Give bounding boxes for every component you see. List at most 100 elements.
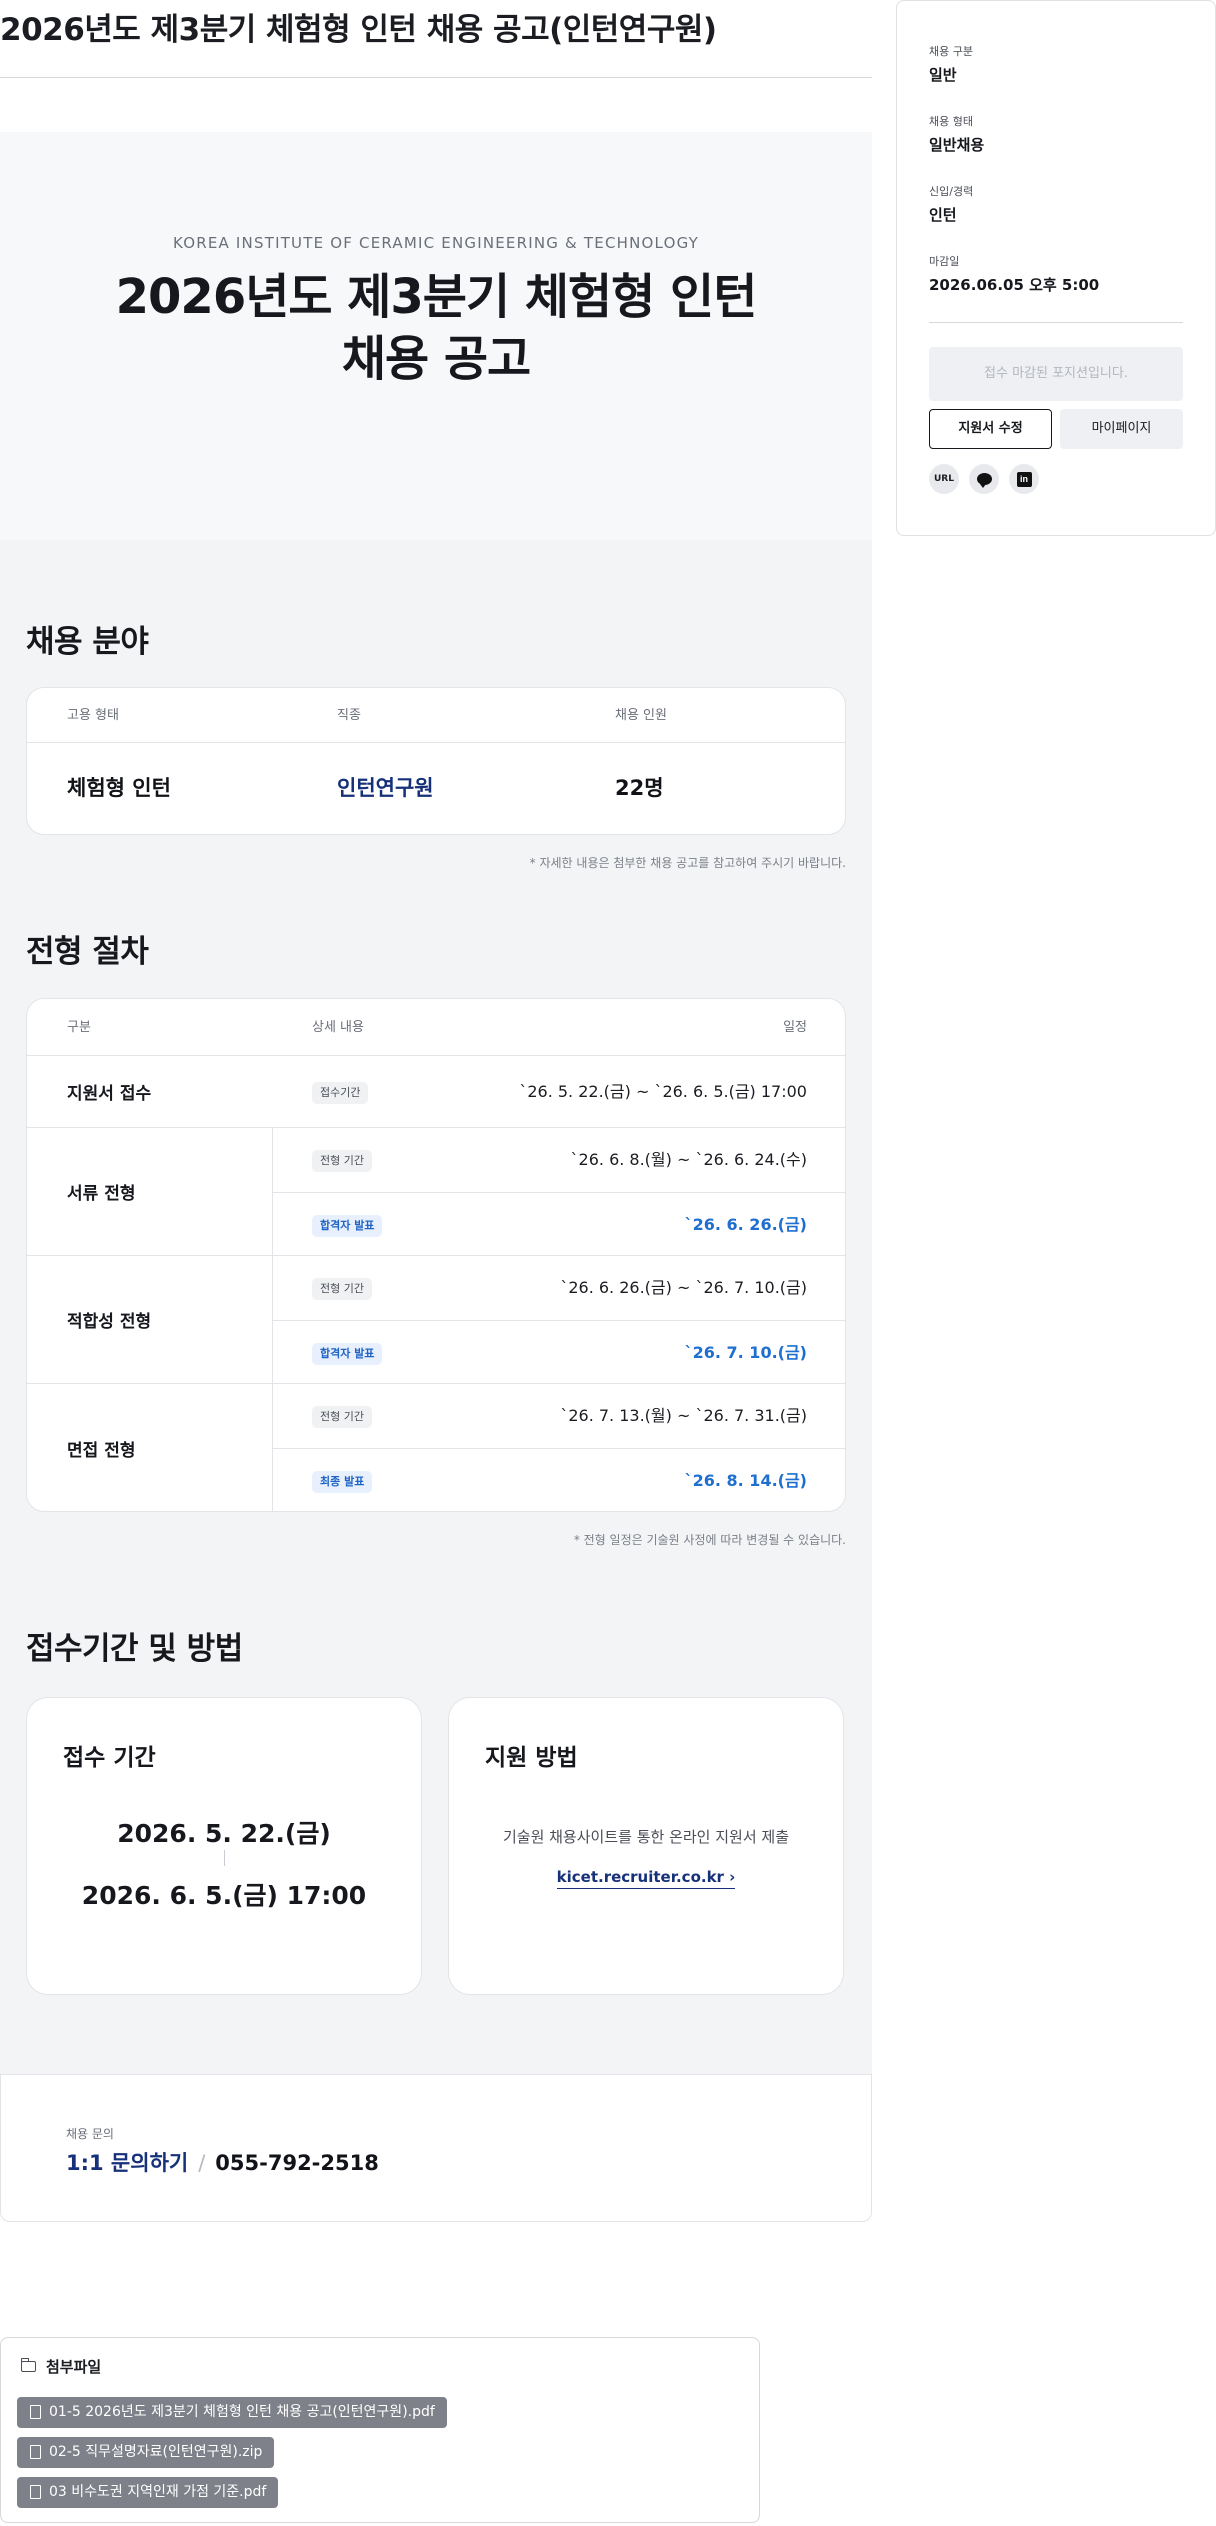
file-icon (30, 2485, 41, 2499)
mypage-button[interactable]: 마이페이지 (1060, 409, 1183, 449)
process-label: 서류 전형 (67, 1184, 136, 1204)
process-row-application: 지원서 접수 접수기간 `26. 5. 22.(금) ~ `26. 6. 5.(… (27, 1056, 845, 1128)
folder-icon (20, 2358, 36, 2372)
attachment-file[interactable]: 03 비수도권 지역인재 가점 기준.pdf (17, 2477, 279, 2508)
process-item: 전형 기간 `26. 7. 13.(월) ~ `26. 7. 31.(금) (272, 1384, 845, 1448)
linkedin-icon: in (1016, 471, 1032, 487)
header-schedule: 일정 (783, 1020, 807, 1035)
url-icon: URL (934, 474, 954, 484)
headcount-value: 22명 (615, 776, 664, 800)
attachment-file-name: 01-5 2026년도 제3분기 체험형 인턴 채용 공고(인턴연구원).pdf (49, 2404, 435, 2420)
recruit-site-link[interactable]: kicet.recruiter.co.kr › (556, 1868, 736, 1889)
process-date: `26. 7. 13.(월) ~ `26. 7. 31.(금) (560, 1406, 807, 1425)
header-detail: 상세 내용 (312, 1020, 364, 1035)
hero-title-line2: 채용 공고 (341, 331, 531, 387)
process-date: `26. 6. 26.(금) ~ `26. 7. 10.(금) (560, 1278, 807, 1297)
process-item: 전형 기간 `26. 6. 26.(금) ~ `26. 7. 10.(금) (272, 1256, 845, 1320)
header-employment-type: 고용 형태 (67, 708, 119, 723)
process-date: `26. 8. 14.(금) (684, 1471, 807, 1490)
process-note: * 전형 일정은 기술원 사정에 따라 변경될 수 있습니다. (573, 1533, 846, 1547)
recruit-note: * 자세한 내용은 첨부한 채용 공고를 참고하여 주시기 바랍니다. (529, 856, 846, 870)
process-item: 전형 기간 `26. 6. 8.(월) ~ `26. 6. 24.(수) (272, 1128, 845, 1192)
job-value: 인턴연구원 (337, 776, 434, 800)
share-kakaotalk-button[interactable] (969, 464, 999, 494)
header-job: 직종 (337, 708, 361, 723)
file-icon (30, 2405, 41, 2419)
inquiry-section: 채용 문의 1:1 문의하기 / 055-792-2518 (0, 2074, 872, 2222)
sidebar-divider (929, 322, 1183, 323)
attachment-file-name: 03 비수도권 지역인재 가점 기준.pdf (49, 2484, 267, 2500)
hero-subtitle: KOREA INSTITUTE OF CERAMIC ENGINEERING &… (172, 234, 700, 252)
process-table: 구분 상세 내용 일정 지원서 접수 접수기간 `26. 5. 22.(금) ~… (26, 998, 846, 1512)
process-label: 면접 전형 (67, 1440, 136, 1461)
process-tag: 합격자 발표 (312, 1343, 383, 1365)
deadline-value: 2026.06.05 오후 5:00 (929, 276, 1100, 294)
closed-notice: 접수 마감된 포지션입니다. (929, 347, 1183, 401)
job-summary-sidebar: 채용 구분 일반 채용 형태 일반채용 신입/경력 인턴 마감일 2026.06… (896, 0, 1216, 536)
recruit-section-title: 채용 분야 (26, 624, 149, 660)
share-linkedin-button[interactable]: in (1009, 464, 1039, 494)
inquiry-phone: 055-792-2518 (215, 2151, 379, 2175)
period-separator (224, 1850, 225, 1866)
process-item: 접수기간 `26. 5. 22.(금) ~ `26. 6. 5.(금) 17:0… (272, 1060, 845, 1124)
process-section-title: 전형 절차 (26, 934, 149, 970)
process-date: `26. 6. 26.(금) (684, 1215, 807, 1234)
process-label: 지원서 접수 (67, 1084, 152, 1104)
file-icon (30, 2445, 41, 2459)
application-period-card: 접수 기간 2026. 5. 22.(금) 2026. 6. 5.(금) 17:… (26, 1697, 422, 1995)
period-card-title: 접수 기간 (63, 1745, 156, 1771)
process-date: `26. 6. 8.(월) ~ `26. 6. 24.(수) (570, 1150, 807, 1169)
method-description: 기술원 채용사이트를 통한 온라인 지원서 제출 (502, 1828, 790, 1846)
process-item: 최종 발표 `26. 8. 14.(금) (272, 1448, 845, 1511)
hero-banner: KOREA INSTITUTE OF CERAMIC ENGINEERING &… (0, 132, 872, 540)
process-date: `26. 7. 10.(금) (684, 1343, 807, 1362)
attachment-file[interactable]: 01-5 2026년도 제3분기 체험형 인턴 채용 공고(인턴연구원).pdf (17, 2397, 447, 2428)
attachments-box: 첨부파일 01-5 2026년도 제3분기 체험형 인턴 채용 공고(인턴연구원… (0, 2337, 760, 2523)
title-divider (0, 77, 872, 78)
recruit-table-header: 고용 형태 직종 채용 인원 (27, 688, 845, 743)
header-category: 구분 (67, 1020, 91, 1035)
header-headcount: 채용 인원 (615, 708, 667, 723)
attachment-file-name: 02-5 직무설명자료(인턴연구원).zip (49, 2444, 263, 2460)
method-link-wrap: kicet.recruiter.co.kr › (449, 1867, 843, 1889)
process-tag: 합격자 발표 (312, 1215, 383, 1237)
recruit-table: 고용 형태 직종 채용 인원 체험형 인턴 인턴연구원 22명 (26, 687, 846, 835)
process-label: 적합성 전형 (67, 1312, 152, 1332)
inquiry-contact: 1:1 문의하기 / 055-792-2518 (66, 2147, 379, 2177)
process-tag: 접수기간 (312, 1082, 369, 1104)
process-item: 합격자 발표 `26. 6. 26.(금) (272, 1192, 845, 1256)
employment-form-label: 채용 형태 (929, 115, 973, 128)
career-label: 신입/경력 (929, 185, 974, 198)
category-label: 채용 구분 (929, 45, 973, 58)
deadline-label: 마감일 (929, 255, 960, 268)
category-value: 일반 (929, 66, 957, 84)
page-title: 2026년도 제3분기 체험형 인턴 채용 공고(인턴연구원) (0, 12, 717, 48)
attachment-file[interactable]: 02-5 직무설명자료(인턴연구원).zip (17, 2437, 275, 2468)
edit-application-button[interactable]: 지원서 수정 (929, 409, 1052, 449)
attachments-title: 첨부파일 (46, 2358, 102, 2376)
hero-title: 2026년도 제3분기 체험형 인턴 채용 공고 (0, 266, 872, 390)
process-tag: 전형 기간 (312, 1278, 372, 1300)
application-method-card: 지원 방법 기술원 채용사이트를 통한 온라인 지원서 제출 kicet.rec… (448, 1697, 844, 1995)
inquiry-label: 채용 문의 (66, 2127, 114, 2141)
table-row: 체험형 인턴 인턴연구원 22명 (27, 744, 845, 833)
process-row-document: 서류 전형 전형 기간 `26. 6. 8.(월) ~ `26. 6. 24.(… (27, 1128, 845, 1256)
career-value: 인턴 (929, 206, 957, 224)
method-card-title: 지원 방법 (485, 1745, 578, 1771)
employment-form-value: 일반채용 (929, 136, 985, 154)
process-item: 합격자 발표 `26. 7. 10.(금) (272, 1320, 845, 1384)
process-date: `26. 5. 22.(금) ~ `26. 6. 5.(금) 17:00 (519, 1082, 807, 1101)
share-url-button[interactable]: URL (929, 464, 959, 494)
process-table-header: 구분 상세 내용 일정 (27, 999, 845, 1056)
period-section-title: 접수기간 및 방법 (26, 1631, 243, 1667)
process-row-aptitude: 적합성 전형 전형 기간 `26. 6. 26.(금) ~ `26. 7. 10… (27, 1256, 845, 1384)
process-row-interview: 면접 전형 전형 기간 `26. 7. 13.(월) ~ `26. 7. 31.… (27, 1384, 845, 1511)
process-tag: 최종 발표 (312, 1471, 373, 1493)
process-tag: 전형 기간 (312, 1150, 372, 1172)
inquiry-link[interactable]: 1:1 문의하기 (66, 2151, 188, 2175)
hero-title-line1: 2026년도 제3분기 체험형 인턴 (115, 269, 758, 325)
inquiry-separator: / (198, 2151, 206, 2175)
speech-bubble-icon (976, 473, 992, 488)
employment-type-value: 체험형 인턴 (67, 776, 171, 800)
process-tag: 전형 기간 (312, 1406, 372, 1428)
